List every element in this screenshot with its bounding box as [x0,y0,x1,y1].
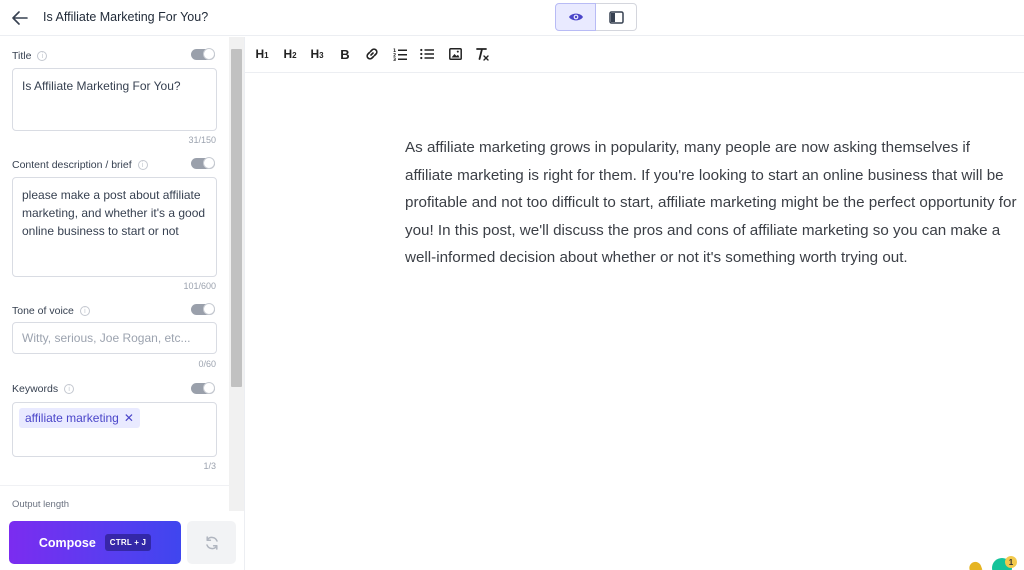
tone-label-text: Tone of voice [12,305,74,317]
editor-toolbar: H1 H2 H3 B 1 2 3 [245,37,1024,73]
section-divider [0,485,229,486]
info-icon[interactable]: i [37,51,48,61]
compose-shortcut-badge: CTRL + J [104,534,152,551]
view-mode-toggle [555,3,637,31]
action-bar: Compose CTRL + J [0,511,244,570]
clear-formatting-button[interactable] [471,44,493,64]
output-length-label: Output length [12,499,70,510]
tone-label: Tone of voice i [12,305,90,317]
brief-textarea[interactable]: please make a post about affiliate marke… [12,177,217,277]
link-icon [366,48,378,60]
title-input[interactable]: Is Affiliate Marketing For You? [12,68,217,131]
info-icon[interactable]: i [79,306,90,316]
brief-toggle[interactable] [191,157,215,169]
bold-button[interactable]: B [334,44,356,64]
settings-sidebar: Title i Is Affiliate Marketing For You? … [0,37,245,570]
compose-button-label: Compose [38,535,96,550]
svg-text:3: 3 [393,57,396,61]
editor-canvas[interactable]: As affiliate marketing grows in populari… [245,74,1024,570]
heading-2-label: H [283,47,293,61]
document-title: Is Affiliate Marketing For You? [43,10,209,24]
bullet-list-icon [420,48,434,60]
ordered-list-button[interactable]: 1 2 3 [389,44,411,64]
keywords-input[interactable]: affiliate marketing ✕ [12,402,217,457]
keywords-label: Keywords i [12,383,75,395]
refresh-icon [205,535,218,550]
heading-3-button[interactable]: H3 [306,44,328,64]
brief-label: Content description / brief i [12,159,148,171]
title-label: Title i [12,50,48,62]
sidebar-mode-button[interactable] [596,3,637,31]
scrollbar-thumb[interactable] [231,49,242,387]
keyword-chip-label: affiliate marketing [25,411,119,425]
link-button[interactable] [361,44,383,64]
heading-3-label: H [310,47,320,61]
compose-button[interactable]: Compose CTRL + J [9,521,181,564]
tone-counter: 0/60 [198,359,216,369]
notification-badge: 1 [1005,556,1017,568]
keywords-label-text: Keywords [12,383,59,395]
clear-format-icon [476,48,489,61]
keywords-counter: 1/3 [203,461,216,471]
heading-1-button[interactable]: H1 [251,44,273,64]
remove-keyword-icon[interactable]: ✕ [124,409,134,427]
title-toggle[interactable] [191,48,215,60]
tone-input[interactable]: Witty, serious, Joe Rogan, etc... [12,322,217,354]
bold-label: B [340,46,350,62]
image-icon [448,48,462,60]
top-bar: Is Affiliate Marketing For You? [0,0,1024,36]
insert-image-button[interactable] [444,44,466,64]
brief-counter: 101/600 [183,281,216,291]
regenerate-button[interactable] [187,521,236,564]
preview-mode-button[interactable] [555,3,596,31]
back-button[interactable] [10,8,30,28]
info-icon[interactable]: i [137,160,148,170]
keywords-toggle[interactable] [191,382,215,394]
ordered-list-icon: 1 2 3 [393,48,407,61]
title-counter: 31/150 [188,135,216,145]
bullet-list-button[interactable] [416,44,438,64]
tone-toggle[interactable] [191,303,215,315]
brief-label-text: Content description / brief [12,159,132,171]
info-icon[interactable]: i [64,384,75,394]
editor-paragraph[interactable]: As affiliate marketing grows in populari… [405,134,1020,272]
heading-1-label: H [255,47,265,61]
arrow-left-icon [12,11,28,25]
title-label-text: Title [12,50,32,62]
sidebar-layout-icon [608,10,624,24]
heading-2-button[interactable]: H2 [279,44,301,64]
keyword-chip: affiliate marketing ✕ [19,408,140,428]
eye-icon [568,13,583,21]
